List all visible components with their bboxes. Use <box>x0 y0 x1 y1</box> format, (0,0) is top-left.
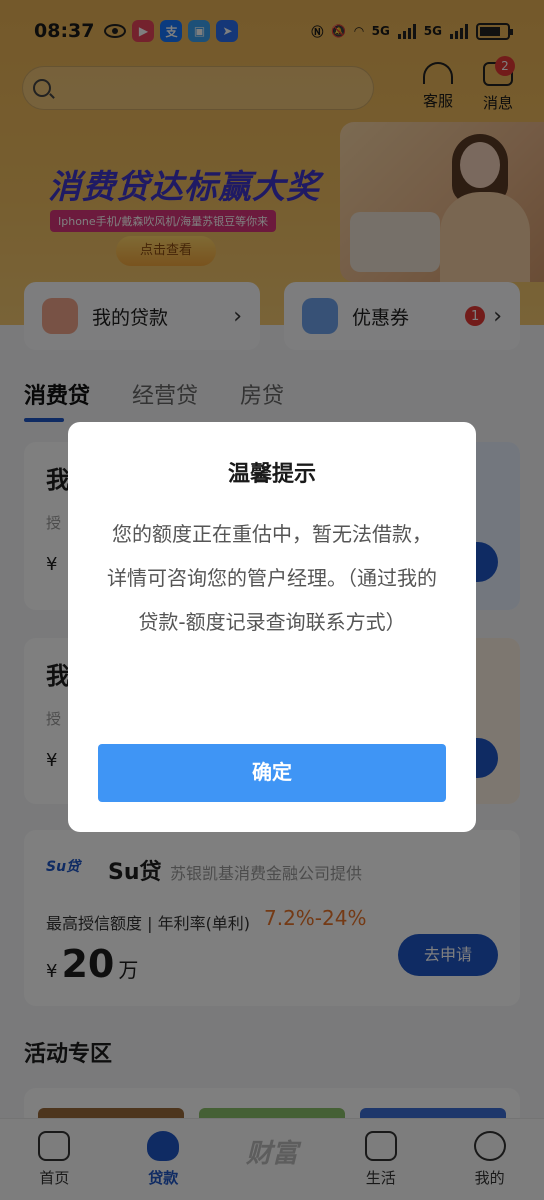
notice-dialog: 温馨提示 您的额度正在重估中，暂无法借款，详情可咨询您的管户经理。（通过我的贷款… <box>68 422 476 832</box>
dialog-title: 温馨提示 <box>227 462 316 487</box>
dialog-message: 您的额度正在重估中，暂无法借款，详情可咨询您的管户经理。（通过我的贷款-额度记录… <box>107 522 437 634</box>
confirm-button[interactable]: 确定 <box>98 744 446 802</box>
